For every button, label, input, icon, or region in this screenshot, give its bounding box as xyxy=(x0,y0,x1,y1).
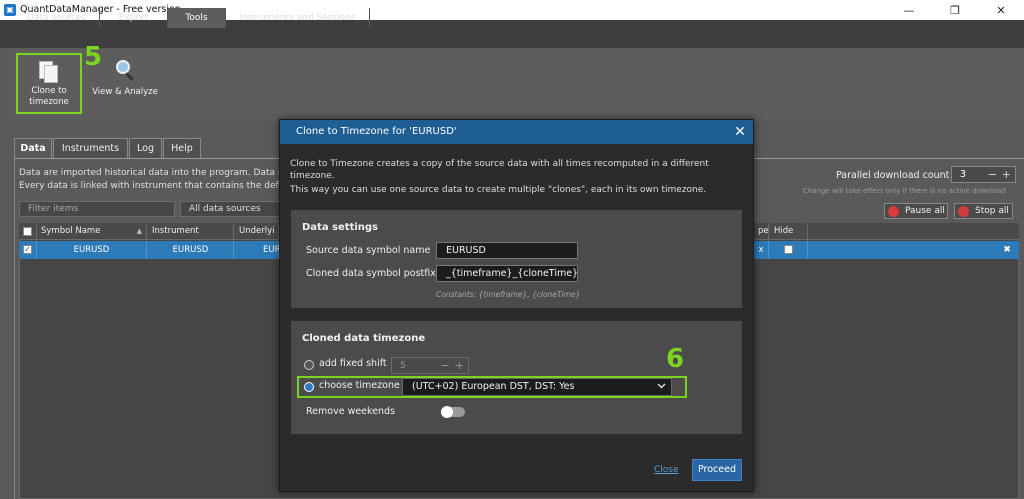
maximize-button[interactable]: ❐ xyxy=(932,0,978,20)
dialog-close-icon[interactable]: ✕ xyxy=(733,122,747,142)
magnifier-icon xyxy=(114,59,136,81)
minus-icon[interactable]: − xyxy=(441,359,450,372)
minus-icon[interactable]: − xyxy=(988,168,997,181)
col-symbol-name-label: Symbol Name xyxy=(41,226,101,236)
cell-underlying: EUR xyxy=(235,241,281,259)
col-type[interactable]: pe xyxy=(754,223,769,240)
parallel-download-label: Parallel download count xyxy=(836,170,950,181)
row-select-cell[interactable]: ✓ xyxy=(19,241,37,259)
clone-label-line1: Clone to xyxy=(31,86,67,96)
tab-instruments-sessions[interactable]: Instruments and Sessions xyxy=(226,8,370,28)
tab-export[interactable]: Export xyxy=(100,8,168,28)
plus-icon[interactable]: + xyxy=(455,359,464,372)
subtab-log[interactable]: Log xyxy=(129,138,162,159)
sort-asc-icon: ▲ xyxy=(136,227,142,235)
constants-hint: Constants: {timeframe}, {cloneTime} xyxy=(436,290,581,299)
cell-type: x xyxy=(754,241,769,259)
fixed-shift-value: 5 xyxy=(400,360,406,371)
parallel-download-stepper[interactable]: 3 − + xyxy=(951,166,1016,183)
subtab-help[interactable]: Help xyxy=(163,138,201,159)
info-text-1: Data are imported historical data into t… xyxy=(19,168,287,178)
cell-hide[interactable] xyxy=(770,241,808,259)
col-hide[interactable]: Hide xyxy=(770,223,808,240)
hide-checkbox[interactable] xyxy=(784,245,793,254)
data-settings-title: Data settings xyxy=(302,222,379,233)
postfix-label: Cloned data symbol postfix xyxy=(306,268,436,279)
filter-items-input[interactable]: Filter items xyxy=(19,201,175,217)
cell-symbol: EURUSD xyxy=(37,241,147,259)
fixed-shift-stepper[interactable]: 5 − + xyxy=(391,357,469,374)
parallel-download-note: Change will take effect only if there is… xyxy=(803,187,1006,195)
pause-all-label: Pause all xyxy=(905,206,945,216)
remove-weekends-toggle[interactable] xyxy=(441,406,465,418)
stop-icon xyxy=(958,205,969,217)
row-checkbox[interactable]: ✓ xyxy=(23,245,32,254)
minimize-button[interactable]: — xyxy=(886,0,932,20)
close-window-button[interactable]: ✕ xyxy=(978,0,1024,20)
toggle-knob xyxy=(441,406,453,418)
subtab-instruments[interactable]: Instruments xyxy=(53,138,128,159)
chevron-down-icon[interactable] xyxy=(654,379,668,395)
step-5-callout: 5 xyxy=(84,42,103,72)
plus-icon[interactable]: + xyxy=(1002,168,1011,181)
col-underlying[interactable]: Underlyi xyxy=(235,223,279,240)
clone-to-timezone-button[interactable]: Clone to timezone xyxy=(16,53,82,114)
col-symbol-name[interactable]: Symbol Name ▲ xyxy=(37,223,147,240)
stop-all-button[interactable]: Stop all xyxy=(954,203,1013,219)
timezone-select[interactable]: (UTC+02) European DST, DST: Yes xyxy=(402,378,672,396)
dialog-title: Clone to Timezone for 'EURUSD' xyxy=(296,126,457,137)
dialog-description-1: Clone to Timezone creates a copy of the … xyxy=(290,159,709,169)
dialog-description-2: timezone. xyxy=(290,171,335,181)
choose-timezone-radio[interactable] xyxy=(304,382,314,392)
tab-data-sources[interactable]: Data sources xyxy=(14,8,100,28)
clone-label-line2: timezone xyxy=(29,97,69,107)
select-all-cell[interactable] xyxy=(19,223,37,240)
tab-tools[interactable]: Tools xyxy=(168,8,226,28)
pause-all-button[interactable]: Pause all xyxy=(884,203,948,219)
dialog-description-3: This way you can use one source data to … xyxy=(290,185,707,195)
source-name-label: Source data symbol name xyxy=(306,245,431,256)
step-6-callout: 6 xyxy=(666,344,685,374)
fixed-shift-label: add fixed shift xyxy=(319,358,387,369)
remove-weekends-label: Remove weekends xyxy=(306,406,396,417)
select-all-checkbox[interactable] xyxy=(23,227,32,236)
postfix-field[interactable]: _{timeframe}_{cloneTime} xyxy=(436,265,578,282)
parallel-download-value: 3 xyxy=(960,169,967,180)
col-instrument[interactable]: Instrument xyxy=(148,223,234,240)
info-text-2: Every data is linked with instrument tha… xyxy=(19,181,287,191)
cloned-timezone-title: Cloned data timezone xyxy=(302,333,426,344)
choose-timezone-label: choose timezone xyxy=(319,380,400,391)
fixed-shift-radio[interactable] xyxy=(304,360,314,370)
data-source-select[interactable]: All data sources xyxy=(180,201,280,217)
subtab-data[interactable]: Data xyxy=(14,138,52,159)
proceed-button[interactable]: Proceed xyxy=(692,459,742,481)
clone-documents-icon xyxy=(39,61,59,83)
pause-icon xyxy=(888,205,899,217)
remove-row-icon[interactable]: ✖ xyxy=(1000,241,1014,259)
stop-all-label: Stop all xyxy=(975,206,1009,216)
view-analyze-label: View & Analyze xyxy=(92,87,158,97)
dialog-close-link[interactable]: Close xyxy=(654,465,679,475)
cell-instrument: EURUSD xyxy=(148,241,234,259)
source-name-field[interactable]: EURUSD xyxy=(436,242,578,259)
tools-ribbon xyxy=(8,48,1024,120)
